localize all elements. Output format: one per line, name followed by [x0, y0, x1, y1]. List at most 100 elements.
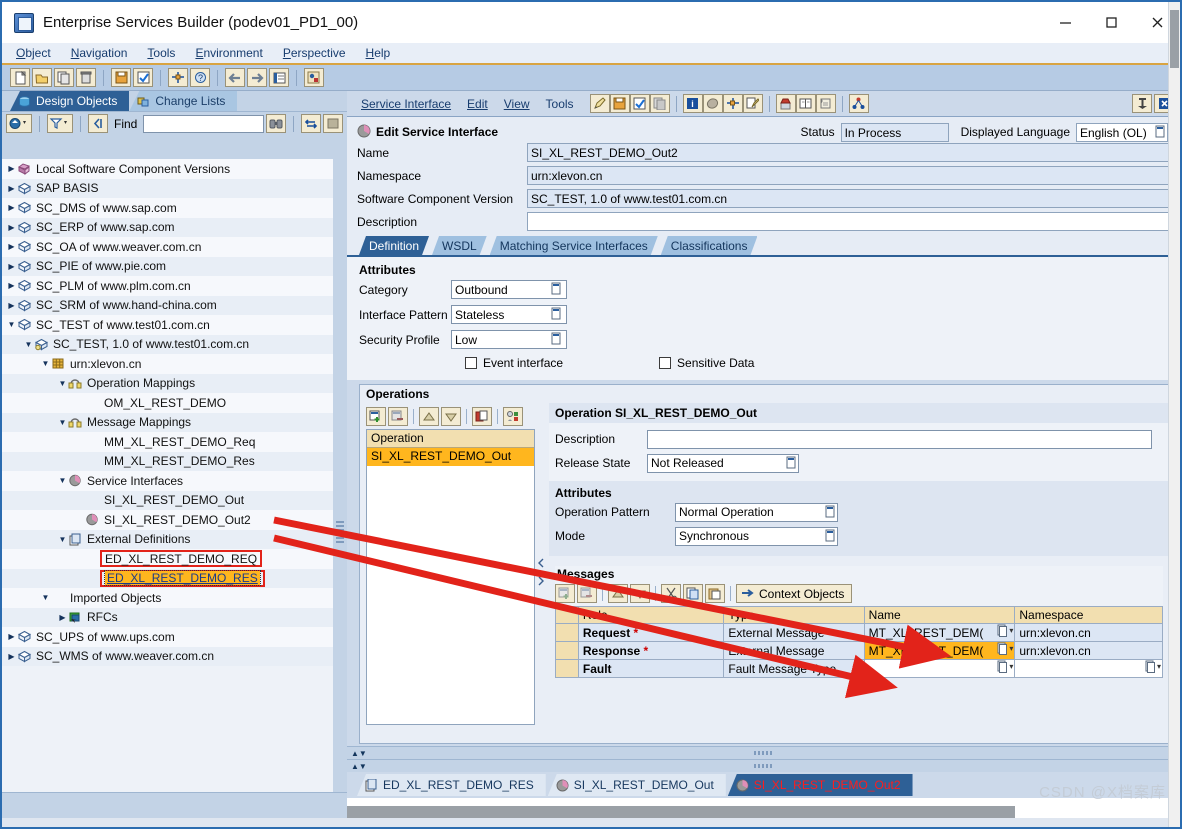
delete-row-icon[interactable] — [577, 584, 597, 603]
export-icon[interactable] — [775, 94, 796, 113]
dropdown-icon[interactable] — [551, 307, 564, 322]
move-up-icon[interactable] — [608, 584, 628, 603]
dropdown-icon[interactable] — [551, 332, 564, 347]
editor-menu-view[interactable]: View — [504, 97, 530, 111]
editor-menu-tools[interactable]: Tools — [546, 97, 574, 111]
list-icon[interactable] — [269, 68, 289, 87]
menu-tools[interactable]: Tools — [147, 46, 175, 60]
pin-icon[interactable] — [1132, 94, 1152, 113]
chevron-down-icon[interactable]: ▾ — [1009, 626, 1013, 635]
row-select-cell[interactable] — [555, 623, 579, 642]
cell-namespace[interactable]: urn:xlevon.cn — [1014, 623, 1163, 642]
tree-item[interactable]: ▶ SAP BASIS — [2, 178, 333, 198]
book-icon[interactable] — [795, 94, 816, 113]
scroll-bar-upper[interactable]: ▲▼ — [347, 746, 1180, 759]
chevron-down-icon[interactable]: ▼ — [40, 359, 51, 368]
chevron-right-icon[interactable]: ▶ — [6, 223, 17, 232]
doc-tab-ed-xl-rest-demo-res[interactable]: ED_XL_REST_DEMO_RES — [357, 774, 546, 796]
info-icon[interactable]: i — [682, 94, 703, 113]
chevron-right-icon[interactable]: ▶ — [6, 301, 17, 310]
operation-description-field[interactable] — [647, 429, 1152, 449]
chevron-down-icon[interactable]: ▾ — [1009, 662, 1013, 671]
tree-item[interactable]: ED_XL_REST_DEMO_REQ — [2, 549, 333, 569]
event-interface-checkbox[interactable] — [465, 357, 477, 369]
maximize-button[interactable] — [1088, 2, 1134, 43]
chevron-down-icon[interactable]: ▼ — [57, 476, 68, 485]
tree-item[interactable]: ▶ RFCs — [2, 607, 333, 627]
tree-item[interactable]: ▼ Imported Objects — [2, 588, 333, 608]
chevron-down-icon[interactable]: ▼ — [57, 379, 68, 388]
tree-splitter[interactable] — [333, 159, 347, 818]
cut-icon[interactable] — [661, 584, 681, 603]
chevron-down-icon[interactable]: ▼ — [23, 340, 34, 349]
swcv-field[interactable]: SC_TEST, 1.0 of www.test01.com.cn — [527, 189, 1174, 208]
copy-icon[interactable] — [649, 94, 670, 113]
tree-item[interactable]: ▼ SC_TEST of www.test01.com.cn — [2, 315, 333, 335]
chevron-down-icon[interactable]: ▾ — [1157, 662, 1161, 671]
tree-item[interactable]: ▼ Operation Mappings — [2, 373, 333, 393]
activate-icon[interactable] — [133, 68, 153, 87]
check-icon[interactable]: ? — [190, 68, 210, 87]
save-icon[interactable] — [111, 68, 131, 87]
scroll-arrows[interactable]: ▲▼ — [351, 749, 367, 758]
interface-pattern-select[interactable]: Stateless — [451, 305, 567, 324]
tab-wsdl[interactable]: WSDL — [432, 236, 487, 255]
binoculars-icon[interactable] — [266, 114, 286, 133]
tree-item[interactable]: OM_XL_REST_DEMO — [2, 393, 333, 413]
menu-environment[interactable]: Environment — [195, 46, 262, 60]
security-profile-select[interactable]: Low — [451, 330, 567, 349]
chevron-right-icon[interactable]: ▶ — [6, 242, 17, 251]
forward-icon[interactable] — [247, 68, 267, 87]
tree-item[interactable]: ▶ SC_PIE of www.pie.com — [2, 256, 333, 276]
resize-grip[interactable] — [753, 751, 774, 755]
insert-row-icon[interactable] — [366, 407, 386, 426]
chevron-down-icon[interactable]: ▼ — [6, 320, 17, 329]
chevron-down-icon[interactable]: ▾ — [1009, 644, 1013, 653]
copy-icon[interactable] — [683, 584, 703, 603]
tab-classifications[interactable]: Classifications — [661, 236, 758, 255]
paste-icon[interactable] — [705, 584, 725, 603]
back-icon[interactable] — [225, 68, 245, 87]
value-help-icon[interactable]: ▾ — [997, 642, 1013, 655]
tab-matching-service-interfaces[interactable]: Matching Service Interfaces — [490, 236, 658, 255]
chevron-right-icon[interactable]: ▶ — [6, 632, 17, 641]
dropdown-icon[interactable] — [551, 282, 564, 297]
window-scrollbar[interactable] — [1168, 2, 1180, 827]
tab-definition[interactable]: Definition — [359, 236, 429, 255]
tree-item[interactable]: ▶ SC_UPS of www.ups.com — [2, 627, 333, 647]
value-help-icon[interactable]: ▾ — [997, 660, 1013, 673]
value-help-icon[interactable]: ▾ — [997, 624, 1013, 637]
cell-name[interactable]: ▾ — [863, 659, 1016, 678]
tree-item[interactable]: ▼ Message Mappings — [2, 412, 333, 432]
dropdown-icon[interactable] — [825, 529, 836, 546]
table-row[interactable]: Fault Fault Message Type ▾ ▾ — [555, 659, 1163, 678]
scroll-icon[interactable] — [815, 94, 836, 113]
move-down-icon[interactable] — [441, 407, 461, 426]
editor-menu-service-interface[interactable]: Service Interface — [361, 97, 451, 111]
tab-change-lists[interactable]: Change Lists — [129, 91, 238, 111]
tree-item[interactable]: ▼ urn:xlevon.cn — [2, 354, 333, 374]
tree-item[interactable]: ED_XL_REST_DEMO_RES — [2, 568, 333, 588]
doc-tab-si-xl-rest-demo-out2[interactable]: SI_XL_REST_DEMO_Out2 — [727, 774, 913, 796]
tree-item[interactable]: ▶ SC_WMS of www.weaver.com.cn — [2, 646, 333, 666]
language-select[interactable]: English (OL) — [1076, 122, 1168, 142]
move-up-icon[interactable] — [419, 407, 439, 426]
tree-item[interactable]: ▼ SC_TEST, 1.0 of www.test01.com.cn — [2, 334, 333, 354]
splitter-grip[interactable] — [336, 521, 344, 545]
cell-namespace[interactable]: urn:xlevon.cn — [1014, 641, 1163, 660]
collapse-icon[interactable] — [88, 114, 108, 133]
edit-icon[interactable] — [589, 94, 610, 113]
search-input[interactable] — [143, 114, 264, 133]
filter-icon[interactable] — [47, 114, 73, 133]
open-icon[interactable] — [32, 68, 52, 87]
menu-object[interactable]: Object — [16, 46, 51, 60]
check-icon[interactable] — [742, 94, 763, 113]
chevron-right-icon[interactable]: ▶ — [6, 281, 17, 290]
editor-menu-edit[interactable]: Edit — [467, 97, 488, 111]
name-field[interactable]: SI_XL_REST_DEMO_Out2 — [527, 143, 1174, 162]
move-down-icon[interactable] — [630, 584, 650, 603]
list-item[interactable]: SI_XL_REST_DEMO_Out — [367, 448, 534, 466]
delete-row-icon[interactable] — [388, 407, 408, 426]
where-used-icon[interactable] — [168, 68, 188, 87]
chevron-down-icon[interactable]: ▼ — [40, 593, 51, 602]
